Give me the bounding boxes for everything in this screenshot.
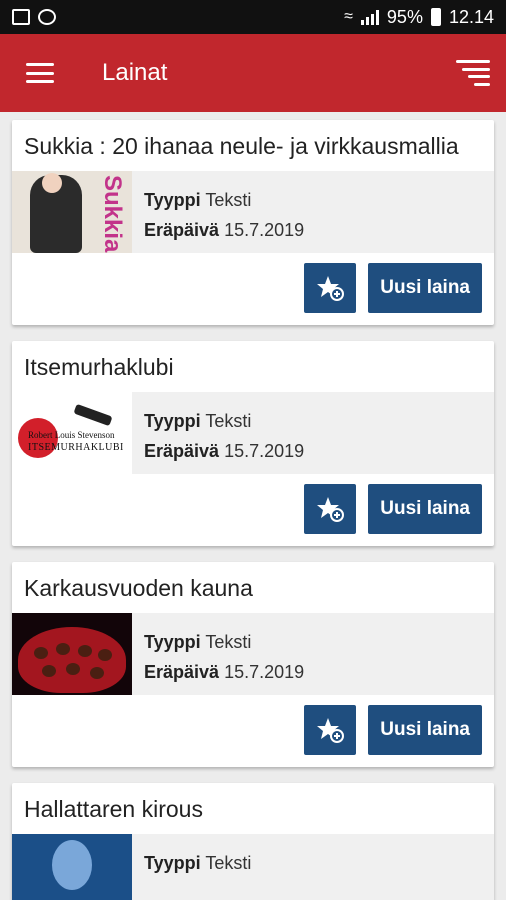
due-row: Eräpäivä 15.7.2019 [144,215,482,245]
type-row: Tyyppi Teksti [144,406,482,436]
due-value: 15.7.2019 [224,220,305,240]
book-cover[interactable] [12,613,132,695]
due-label: Eräpäivä [144,441,220,461]
star-plus-icon [317,718,345,743]
due-label: Eräpäivä [144,220,220,240]
due-value: 15.7.2019 [224,662,305,682]
loan-body: Robert Louis Stevenson ITSEMURHAKLUBI Ty… [12,392,494,474]
renew-loan-button[interactable]: Uusi laina [368,263,482,313]
cover-chocolate [90,667,104,679]
loan-actions: Uusi laina [12,695,494,767]
loan-card: Sukkia : 20 ihanaa neule- ja virkkausmal… [12,120,494,325]
type-row: Tyyppi Teksti [144,627,482,657]
cover-author-text: Robert Louis Stevenson [28,430,115,440]
sort-icon[interactable] [456,60,490,86]
cover-title-text: Sukkia [99,175,126,253]
add-favorite-button[interactable] [304,263,357,313]
loan-meta: Tyyppi Teksti Eräpäivä 15.7.2019 [132,171,494,253]
status-bar: ≈ 95% 12.14 [0,0,506,34]
mail-icon [12,9,30,25]
type-row: Tyyppi Teksti [144,848,482,878]
loan-title[interactable]: Itsemurhaklubi [12,341,494,392]
type-value: Teksti [205,411,252,431]
loan-meta: Tyyppi Teksti Eräpäivä 15.7.2019 [132,613,494,695]
renew-loan-button[interactable]: Uusi laina [368,705,482,755]
loan-card: Itsemurhaklubi Robert Louis Stevenson IT… [12,341,494,546]
hamburger-menu-icon[interactable] [26,63,54,83]
type-value: Teksti [205,853,252,873]
status-right: ≈ 95% 12.14 [344,7,494,28]
book-cover[interactable] [12,834,132,900]
loan-title[interactable]: Karkausvuoden kauna [12,562,494,613]
cover-head [42,173,62,193]
cover-chocolate [66,663,80,675]
due-row: Eräpäivä 15.7.2019 [144,657,482,687]
due-value: 15.7.2019 [224,441,305,461]
cover-chocolate [98,649,112,661]
star-plus-icon [317,276,345,301]
loan-body: Tyyppi Teksti Eräpäivä 15.7.2019 [12,613,494,695]
type-label: Tyyppi [144,632,201,652]
type-row: Tyyppi Teksti [144,185,482,215]
type-value: Teksti [205,632,252,652]
loan-body: Sukkia Tyyppi Teksti Eräpäivä 15.7.2019 [12,171,494,253]
add-favorite-button[interactable] [304,705,357,755]
loan-title[interactable]: Sukkia : 20 ihanaa neule- ja virkkausmal… [12,120,494,171]
loan-title[interactable]: Hallattaren kirous [12,783,494,834]
status-left [12,9,56,25]
cover-face [52,840,92,890]
type-label: Tyyppi [144,853,201,873]
loan-actions: Uusi laina [12,253,494,325]
star-plus-icon [317,497,345,522]
loan-body: Tyyppi Teksti [12,834,494,900]
due-label: Eräpäivä [144,662,220,682]
battery-icon [430,8,441,26]
due-row: Eräpäivä 15.7.2019 [144,436,482,466]
cover-title-text: ITSEMURHAKLUBI [28,442,124,453]
clock: 12.14 [448,6,494,27]
book-cover[interactable]: Sukkia [12,171,132,253]
signal-icon [360,9,379,25]
cover-chocolate [56,643,70,655]
type-label: Tyyppi [144,190,201,210]
loan-meta: Tyyppi Teksti [132,834,494,900]
loan-meta: Tyyppi Teksti Eräpäivä 15.7.2019 [132,392,494,474]
app-bar: Lainat [0,34,506,112]
sync-icon [38,9,56,25]
add-favorite-button[interactable] [304,484,357,534]
cover-heart [18,627,126,693]
loan-card: Hallattaren kirous Tyyppi Teksti [12,783,494,900]
cover-gun [73,403,113,427]
type-value: Teksti [205,190,252,210]
cover-chocolate [78,645,92,657]
book-cover[interactable]: Robert Louis Stevenson ITSEMURHAKLUBI [12,392,132,474]
loan-card: Karkausvuoden kauna Tyyppi Teksti Eräpäi… [12,562,494,767]
renew-loan-button[interactable]: Uusi laina [368,484,482,534]
page-title: Lainat [102,59,168,86]
wifi-icon: ≈ [344,8,353,25]
cover-chocolate [42,665,56,677]
type-label: Tyyppi [144,411,201,431]
loan-list: Sukkia : 20 ihanaa neule- ja virkkausmal… [0,112,506,900]
loan-actions: Uusi laina [12,474,494,546]
battery-percent: 95% [386,6,423,27]
cover-chocolate [34,647,48,659]
